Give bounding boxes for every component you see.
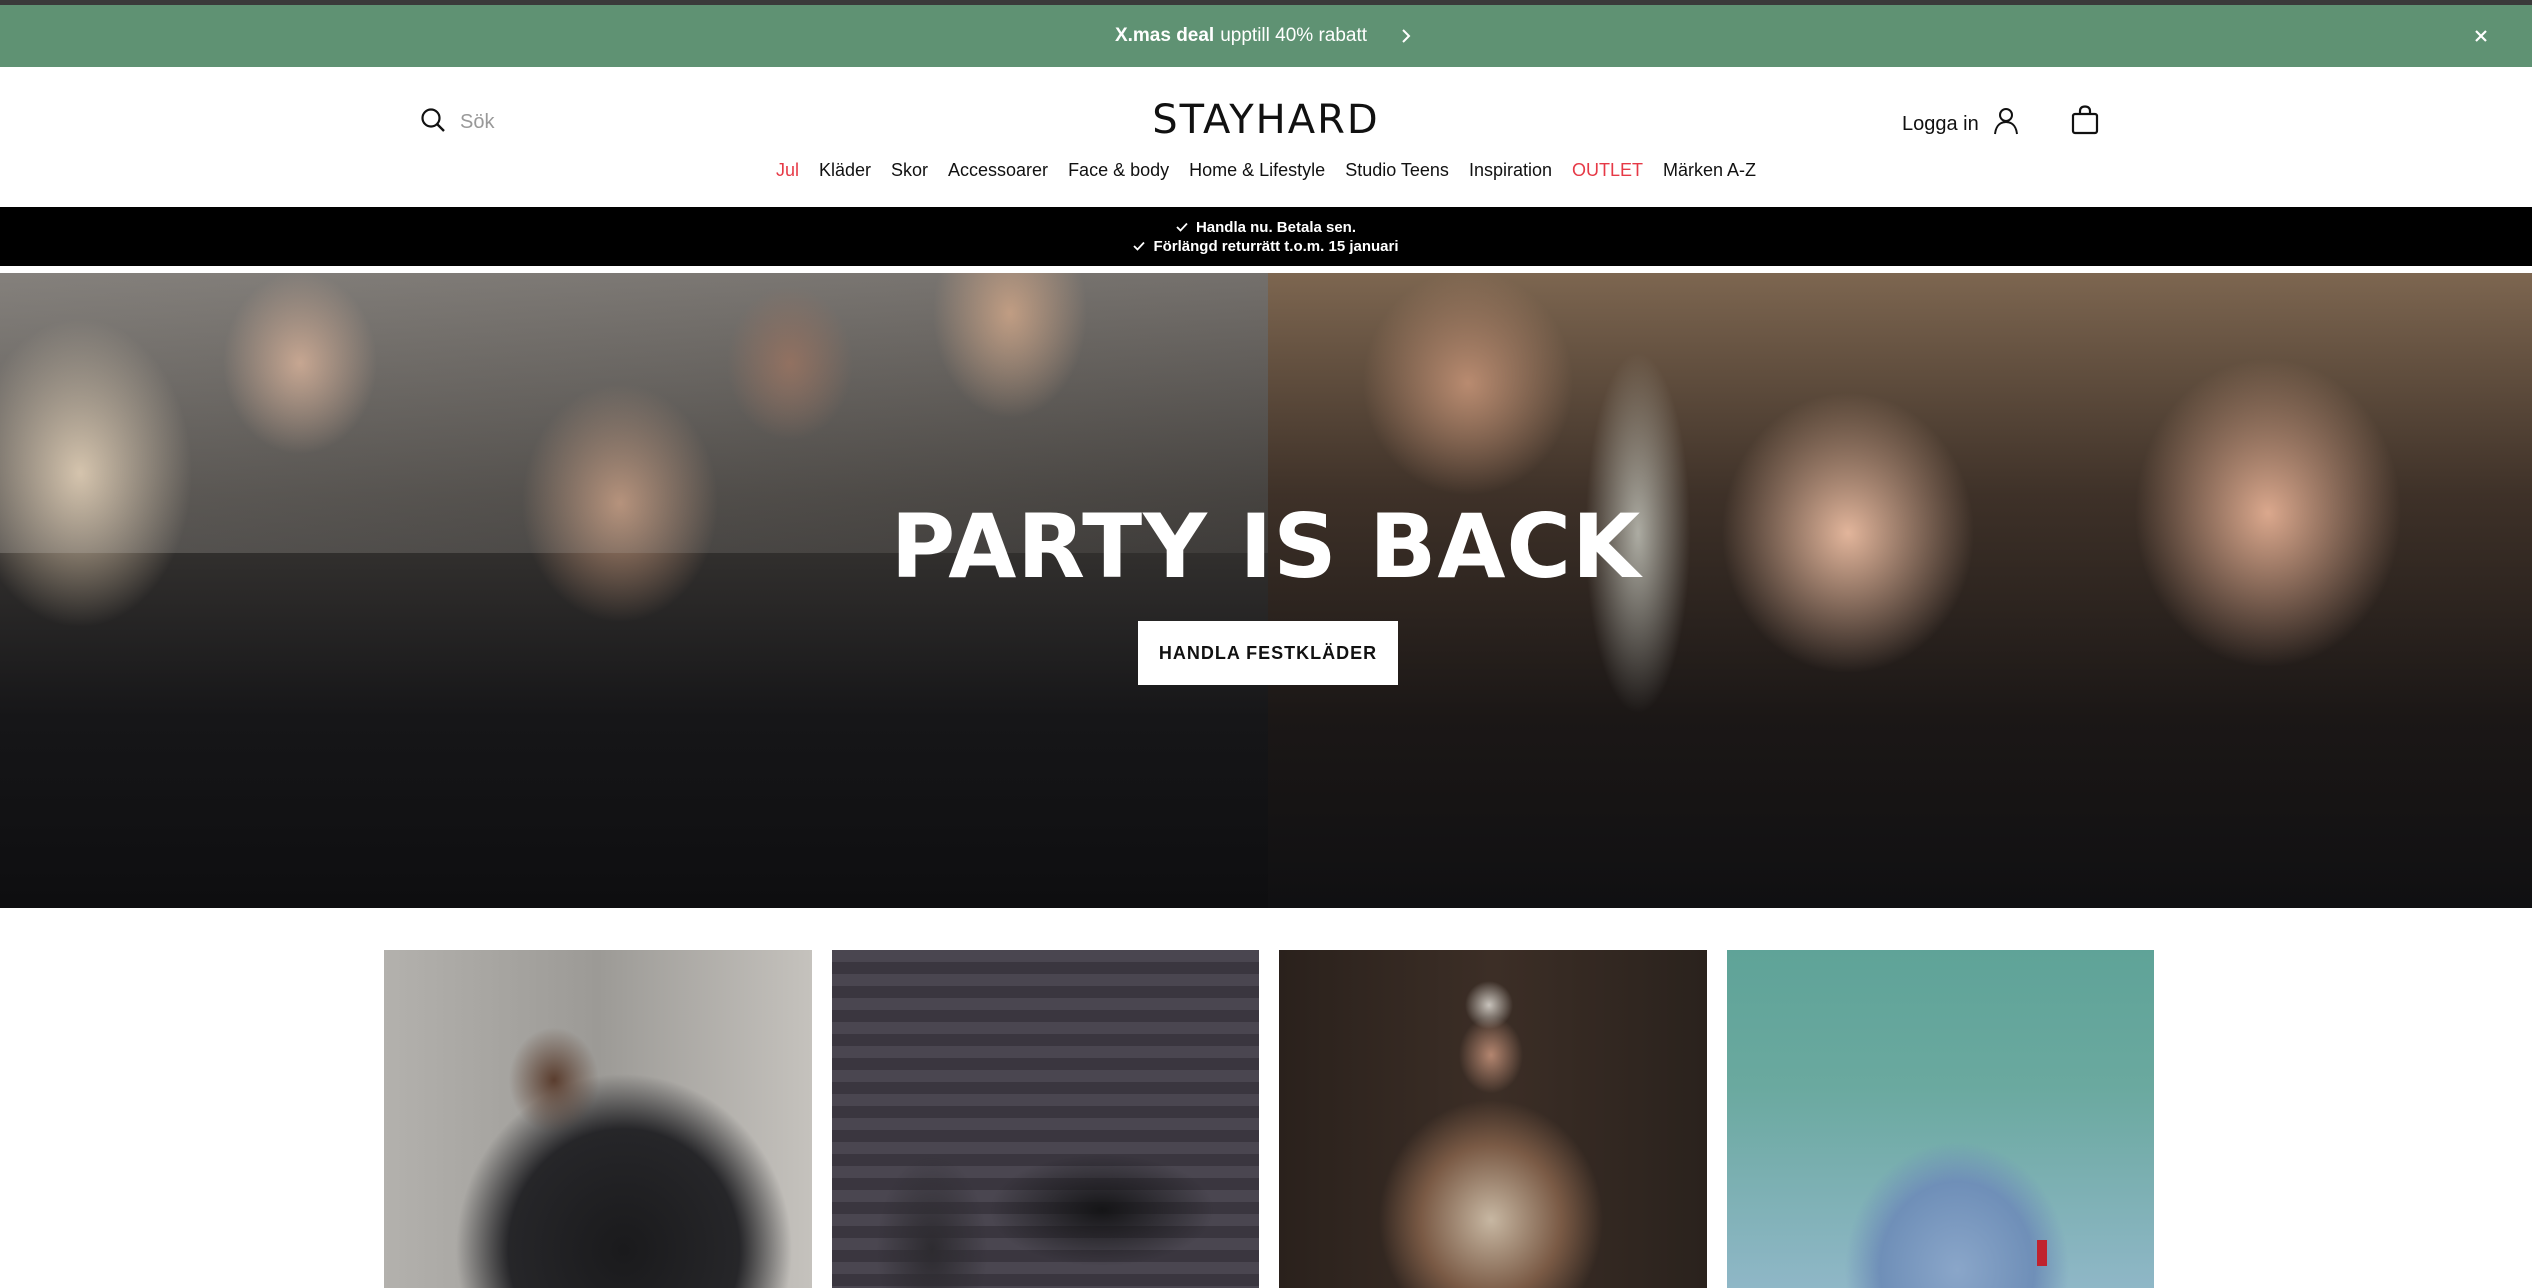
- category-tile-shoes[interactable]: [831, 950, 1259, 1288]
- nav-item-inspiration[interactable]: Inspiration: [1469, 160, 1552, 181]
- category-tiles: [384, 950, 2154, 1288]
- nav-item-jul[interactable]: Jul: [776, 160, 799, 181]
- hero-banner[interactable]: PARTY IS BACK HANDLA FESTKLÄDER: [0, 273, 2532, 908]
- promo-bold-text: X.mas deal: [1114, 25, 1215, 46]
- category-tile-knitwear[interactable]: [1279, 950, 1707, 1288]
- shopping-bag-icon: [2070, 105, 2100, 139]
- promo-message[interactable]: X.mas deal upptill 40% rabatt: [1115, 25, 1417, 47]
- category-tile-jeans[interactable]: [1726, 950, 2154, 1288]
- brand-tag: [2036, 1240, 2047, 1266]
- category-tile-jackets[interactable]: [384, 950, 812, 1288]
- site-header: STAYHARD Logga in Jul Kläder Skor Access…: [0, 67, 2532, 207]
- promo-banner[interactable]: X.mas deal upptill 40% rabatt: [0, 5, 2532, 67]
- usp-item: Förlängd returrätt t.o.m. 15 januari: [1133, 237, 1399, 255]
- close-icon[interactable]: [2470, 25, 2492, 47]
- usp-item: Handla nu. Betala sen.: [1176, 219, 1356, 236]
- nav-item-accessoarer[interactable]: Accessoarer: [948, 160, 1048, 181]
- check-icon: [1176, 219, 1188, 236]
- hero-title: PARTY IS BACK: [890, 495, 1642, 598]
- logo: STAYHARD: [0, 97, 2532, 143]
- promo-text: upptill 40% rabatt: [1220, 25, 1368, 46]
- login-label: Logga in: [1902, 112, 1979, 135]
- login-button[interactable]: Logga in: [1902, 107, 2019, 141]
- nav-item-outlet[interactable]: OUTLET: [1572, 160, 1643, 181]
- check-icon: [1133, 238, 1146, 255]
- usp-bar: Handla nu. Betala sen. Förlängd returrät…: [0, 207, 2532, 266]
- logo-text[interactable]: STAYHARD: [1152, 97, 1379, 143]
- nav-item-studio-teens[interactable]: Studio Teens: [1345, 160, 1449, 181]
- chevron-right-icon[interactable]: [1395, 25, 1417, 47]
- user-icon: [1993, 107, 2019, 141]
- page: X.mas deal upptill 40% rabatt STAYHARD L…: [0, 0, 2532, 1288]
- nav-item-skor[interactable]: Skor: [891, 160, 928, 181]
- usp-text: Handla nu. Betala sen.: [1195, 218, 1357, 236]
- nav-item-home-lifestyle[interactable]: Home & Lifestyle: [1189, 160, 1325, 181]
- nav-item-klader[interactable]: Kläder: [819, 160, 871, 181]
- usp-text: Förlängd returrätt t.o.m. 15 januari: [1153, 237, 1399, 255]
- main-nav: Jul Kläder Skor Accessoarer Face & body …: [0, 160, 2532, 181]
- shop-party-clothes-button[interactable]: HANDLA FESTKLÄDER: [1138, 621, 1398, 685]
- nav-item-face-body[interactable]: Face & body: [1068, 160, 1169, 181]
- nav-item-marken[interactable]: Märken A-Z: [1663, 160, 1756, 181]
- cart-button[interactable]: [2070, 105, 2100, 140]
